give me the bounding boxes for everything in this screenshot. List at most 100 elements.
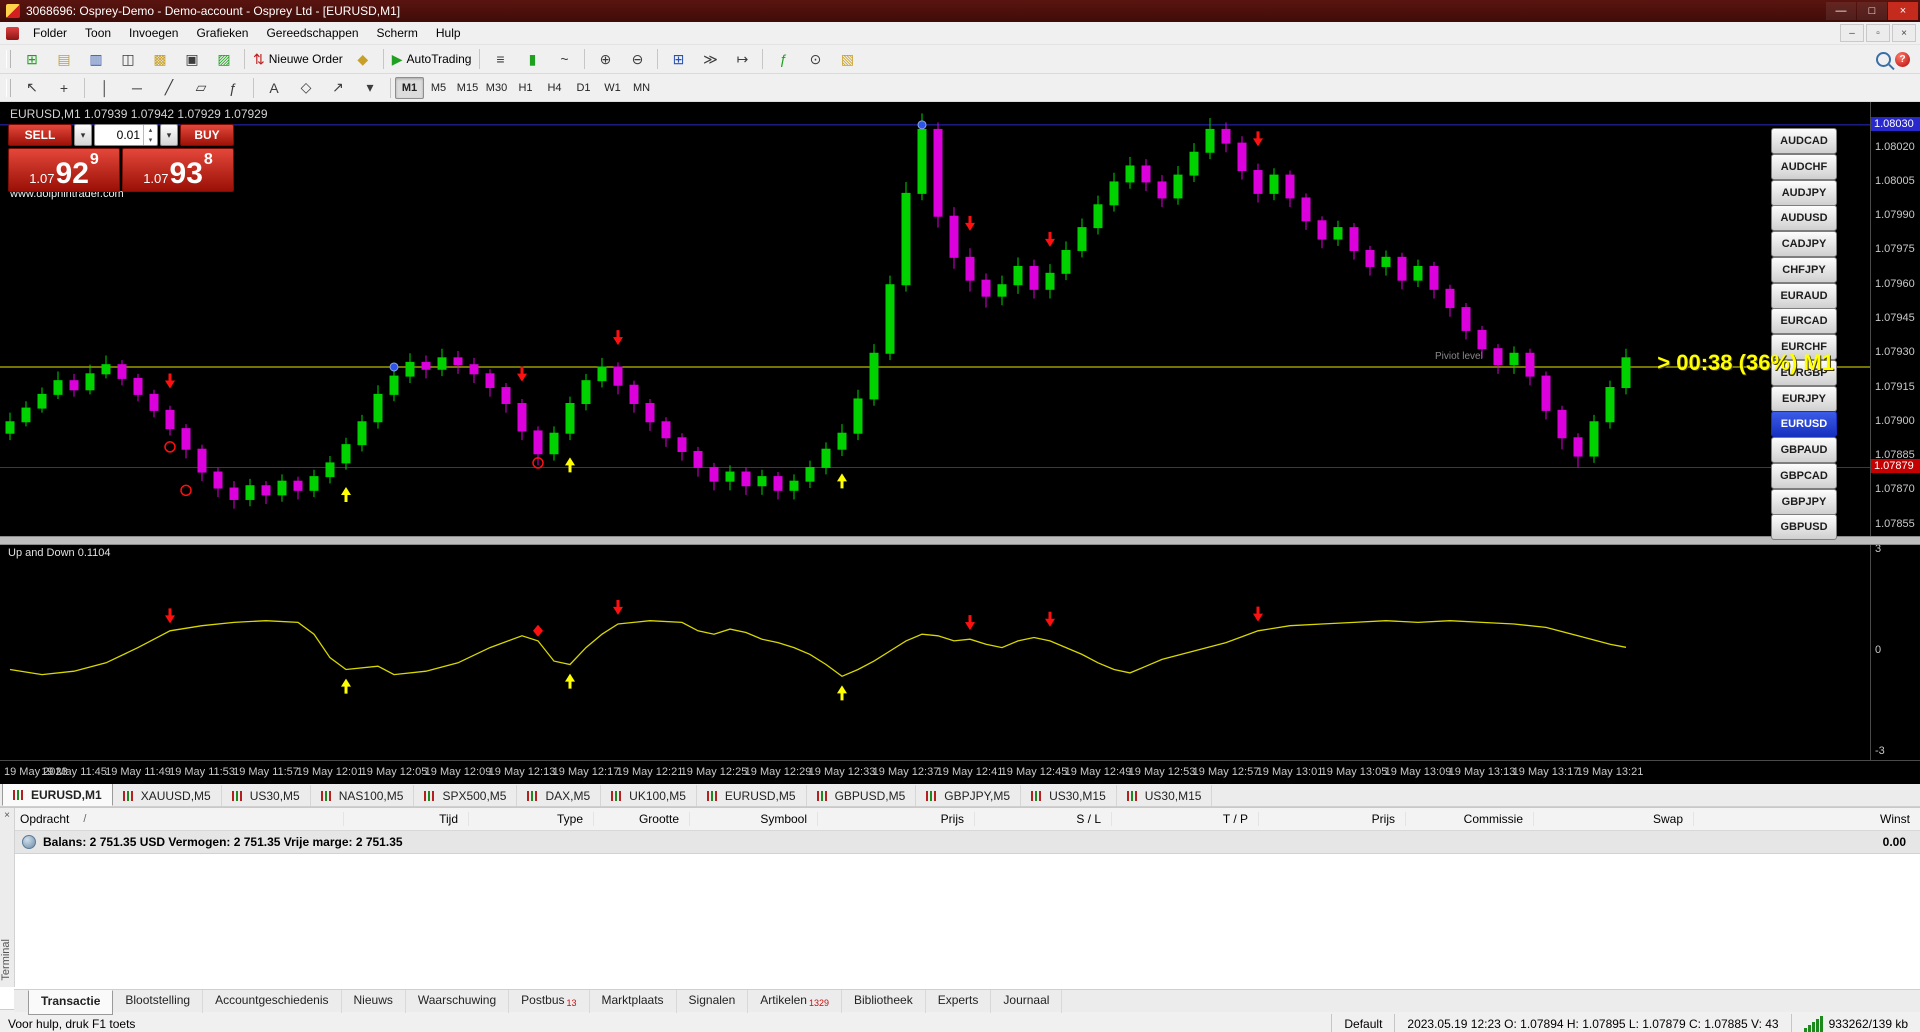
lot-spin-down-icon[interactable]: ▾ [144, 135, 157, 145]
sell-dropdown[interactable]: ▾ [74, 124, 92, 146]
terminal-tab-journaal[interactable]: Journaal [991, 990, 1062, 1013]
symbol-button[interactable]: EURJPY [1771, 386, 1837, 412]
timeframe-m15-button[interactable]: M15 [453, 77, 482, 99]
help-icon[interactable]: ? [1895, 52, 1910, 67]
column-tijd[interactable]: Tijd [344, 812, 469, 826]
chart-tab[interactable]: US30,M5 [222, 785, 311, 806]
symbol-button[interactable]: GBPUSD [1771, 514, 1837, 540]
sell-price-display[interactable]: 1.07 92 9 [8, 148, 120, 192]
timeframe-mn-button[interactable]: MN [627, 77, 656, 99]
crosshair-tool-button[interactable]: + [48, 75, 80, 100]
symbol-button[interactable]: CHFJPY [1771, 257, 1837, 283]
chart-window-icon[interactable] [6, 27, 19, 40]
autotrading-button[interactable]: ▶ AutoTrading [388, 47, 476, 72]
close-button[interactable]: × [1888, 2, 1918, 20]
column-winst[interactable]: Winst [1694, 812, 1920, 826]
symbol-button[interactable]: GBPJPY [1771, 489, 1837, 515]
sell-button[interactable]: SELL [8, 124, 72, 146]
metaeditor-button[interactable]: ◆ [347, 47, 379, 72]
menu-hulp[interactable]: Hulp [427, 23, 470, 43]
bar-chart-button[interactable]: ≡ [484, 47, 516, 72]
navigator-button[interactable]: ▩ [144, 47, 176, 72]
menu-toon[interactable]: Toon [76, 23, 120, 43]
zoom-out-button[interactable]: ⊖ [621, 47, 653, 72]
terminal-tab-postbus[interactable]: Postbus13 [509, 990, 589, 1013]
tools-dropdown[interactable]: ▾ [354, 75, 386, 100]
chart-tab[interactable]: EURUSD,M5 [697, 785, 807, 806]
terminal-tab-bibliotheek[interactable]: Bibliotheek [842, 990, 926, 1013]
symbol-button[interactable]: AUDCAD [1771, 128, 1837, 154]
candlestick-chart-button[interactable]: ▮ [516, 47, 548, 72]
child-restore-button[interactable]: ▫ [1866, 24, 1890, 42]
column-prijs[interactable]: Prijs [818, 812, 975, 826]
column-symbool[interactable]: Symbool [690, 812, 818, 826]
column-prijs-2[interactable]: Prijs [1259, 812, 1406, 826]
horizontal-line-tool-button[interactable]: ─ [121, 75, 153, 100]
chart-tab[interactable]: DAX,M5 [517, 785, 601, 806]
profiles-button[interactable]: ▤ [48, 47, 80, 72]
zoom-in-button[interactable]: ⊕ [589, 47, 621, 72]
menu-gereedschappen[interactable]: Gereedschappen [257, 23, 367, 43]
minimize-button[interactable]: — [1826, 2, 1856, 20]
tile-windows-button[interactable]: ⊞ [662, 47, 694, 72]
timeframe-h4-button[interactable]: H4 [540, 77, 569, 99]
toolbar-grip[interactable] [6, 79, 11, 97]
timeframe-m5-button[interactable]: M5 [424, 77, 453, 99]
symbol-button[interactable]: GBPCAD [1771, 463, 1837, 489]
chart-tab[interactable]: US30,M15 [1117, 785, 1213, 806]
auto-scroll-button[interactable]: ≫ [694, 47, 726, 72]
terminal-button[interactable]: ▣ [176, 47, 208, 72]
data-window-button[interactable]: ◫ [112, 47, 144, 72]
periods-button[interactable]: ⊙ [799, 47, 831, 72]
child-close-button[interactable]: × [1892, 24, 1916, 42]
lot-size-input[interactable]: 0.01 ▴ ▾ [94, 124, 158, 146]
trendline-tool-button[interactable]: ╱ [153, 75, 185, 100]
pane-splitter[interactable] [0, 536, 1920, 545]
terminal-tab-experts[interactable]: Experts [926, 990, 992, 1013]
terminal-tab-transactie[interactable]: Transactie [28, 990, 113, 1015]
chart-tab[interactable]: UK100,M5 [601, 785, 697, 806]
chart-tab[interactable]: NAS100,M5 [311, 785, 415, 806]
terminal-close-icon[interactable]: × [0, 808, 14, 822]
vertical-line-tool-button[interactable]: │ [89, 75, 121, 100]
menu-grafieken[interactable]: Grafieken [187, 23, 257, 43]
symbol-button[interactable]: CADJPY [1771, 231, 1837, 257]
symbol-button[interactable]: EURAUD [1771, 283, 1837, 309]
lot-spinner[interactable]: ▴ ▾ [143, 125, 157, 145]
terminal-tab-signalen[interactable]: Signalen [677, 990, 749, 1013]
buy-price-display[interactable]: 1.07 93 8 [122, 148, 234, 192]
chart-shift-button[interactable]: ↦ [726, 47, 758, 72]
shapes-tool-button[interactable]: ◇ [290, 75, 322, 100]
column-sl[interactable]: S / L [975, 812, 1112, 826]
menu-invoegen[interactable]: Invoegen [120, 23, 187, 43]
terminal-tab-waarschuwing[interactable]: Waarschuwing [406, 990, 509, 1013]
time-axis[interactable]: 19 May 202319 May 11:4519 May 11:4919 Ma… [0, 760, 1920, 784]
indicators-button[interactable]: ƒ [767, 47, 799, 72]
templates-button[interactable]: ▧ [831, 47, 863, 72]
terminal-tab-marktplaats[interactable]: Marktplaats [590, 990, 677, 1013]
menu-folder[interactable]: Folder [24, 23, 76, 43]
chart-tab[interactable]: GBPJPY,M5 [916, 785, 1021, 806]
strategy-tester-button[interactable]: ▨ [208, 47, 240, 72]
terminal-tab-blootstelling[interactable]: Blootstelling [113, 990, 203, 1013]
timeframe-h1-button[interactable]: H1 [511, 77, 540, 99]
menu-scherm[interactable]: Scherm [368, 23, 427, 43]
indicator-scale[interactable]: 30-3 [1870, 543, 1920, 760]
symbol-button[interactable]: GBPAUD [1771, 437, 1837, 463]
lot-size-value[interactable]: 0.01 [95, 128, 143, 142]
new-chart-button[interactable]: ⊞ [16, 47, 48, 72]
status-profile[interactable]: Default [1331, 1014, 1394, 1032]
timeframe-w1-button[interactable]: W1 [598, 77, 627, 99]
column-type[interactable]: Type [469, 812, 594, 826]
terminal-tab-artikelen[interactable]: Artikelen1329 [748, 990, 842, 1013]
child-minimize-button[interactable]: – [1840, 24, 1864, 42]
timeframe-m30-button[interactable]: M30 [482, 77, 511, 99]
timeframe-d1-button[interactable]: D1 [569, 77, 598, 99]
symbol-button[interactable]: EURCAD [1771, 308, 1837, 334]
terminal-tab-accountgeschiedenis[interactable]: Accountgeschiedenis [203, 990, 341, 1013]
maximize-button[interactable]: □ [1857, 2, 1887, 20]
price-scale[interactable]: 1.080201.080051.079901.079751.079601.079… [1870, 102, 1920, 536]
column-swap[interactable]: Swap [1534, 812, 1694, 826]
buy-dropdown[interactable]: ▾ [160, 124, 178, 146]
buy-button[interactable]: BUY [180, 124, 234, 146]
